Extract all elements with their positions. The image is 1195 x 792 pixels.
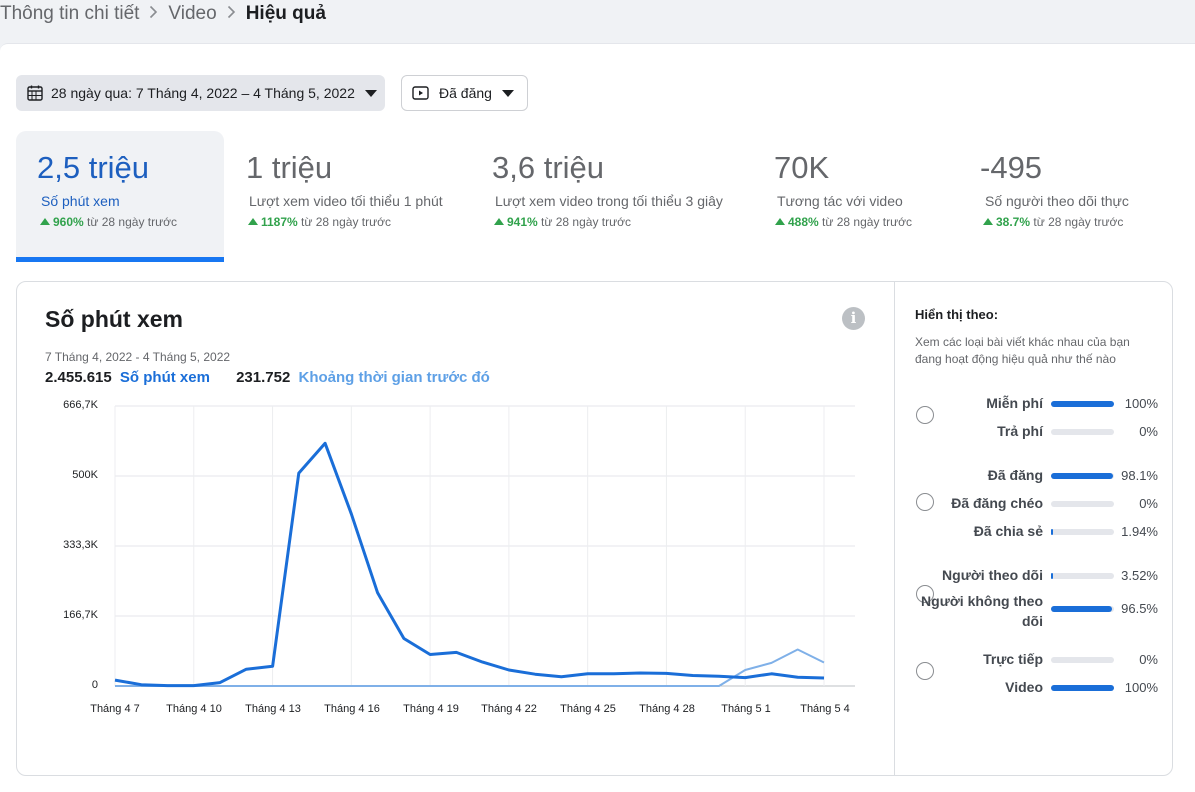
breakdown-bar xyxy=(1051,429,1114,435)
breakdown-bar-fill xyxy=(1051,401,1114,407)
breakdown-percent: 1.94% xyxy=(1121,524,1158,539)
breakdown-label: Đã chia sẻ xyxy=(973,523,1043,539)
breakdown-label: Người theo dõi xyxy=(942,567,1043,583)
breakdown-bar xyxy=(1051,529,1114,535)
breakdown-bar-fill xyxy=(1051,529,1053,535)
breakdown-percent: 0% xyxy=(1139,496,1158,511)
metric-tab-net-followers[interactable]: -495 Số người theo dõi thực 38.7% từ 28 … xyxy=(966,131,1166,262)
breakdown-label: Đã đăng xyxy=(987,467,1043,483)
breakdown-label: Trả phí xyxy=(997,423,1043,439)
breakdown-bar xyxy=(1051,501,1114,507)
breakdown-title: Hiển thị theo: xyxy=(915,307,999,322)
breakdown-label: Đã đăng chéo xyxy=(951,495,1043,511)
breakdown-description: Xem các loại bài viết khác nhau của bạn … xyxy=(915,335,1130,366)
breakdown-bar xyxy=(1051,657,1114,663)
breakdown-percent: 100% xyxy=(1124,396,1158,411)
breakdown-percent: 0% xyxy=(1139,424,1158,439)
series-line-current[interactable] xyxy=(114,441,825,688)
breakdown-percent: 98.1% xyxy=(1121,468,1158,483)
breakdown-label: Trực tiếp xyxy=(983,651,1043,667)
breakdown-bar-fill xyxy=(1051,685,1114,691)
arrow-up-icon xyxy=(983,218,993,225)
breakdown-label: Miễn phí xyxy=(986,395,1043,411)
metric-label: Số người theo dõi thực xyxy=(985,193,1129,209)
breakdown-label: Người không theo dõi xyxy=(921,593,1043,629)
breakdown-bar xyxy=(1051,473,1114,479)
breakdown-label: Video xyxy=(1005,679,1043,695)
breakdown-percent: 3.52% xyxy=(1121,568,1158,583)
breakdown-bar xyxy=(1051,401,1114,407)
breakdown-percent: 100% xyxy=(1124,680,1158,695)
line-chart xyxy=(114,405,855,688)
metric-change: 38.7% từ 28 ngày trước xyxy=(983,215,1123,229)
breakdown-bar xyxy=(1051,606,1114,612)
breakdown-bar-fill xyxy=(1051,473,1113,479)
breakdown-bar-fill xyxy=(1051,573,1053,579)
breakdown-bar xyxy=(1051,685,1114,691)
breakdown-percent: 0% xyxy=(1139,652,1158,667)
metric-value: -495 xyxy=(980,150,1043,185)
breakdown-bar-fill xyxy=(1051,606,1112,612)
breakdown-bar xyxy=(1051,573,1114,579)
breakdown-percent: 96.5% xyxy=(1121,601,1158,616)
